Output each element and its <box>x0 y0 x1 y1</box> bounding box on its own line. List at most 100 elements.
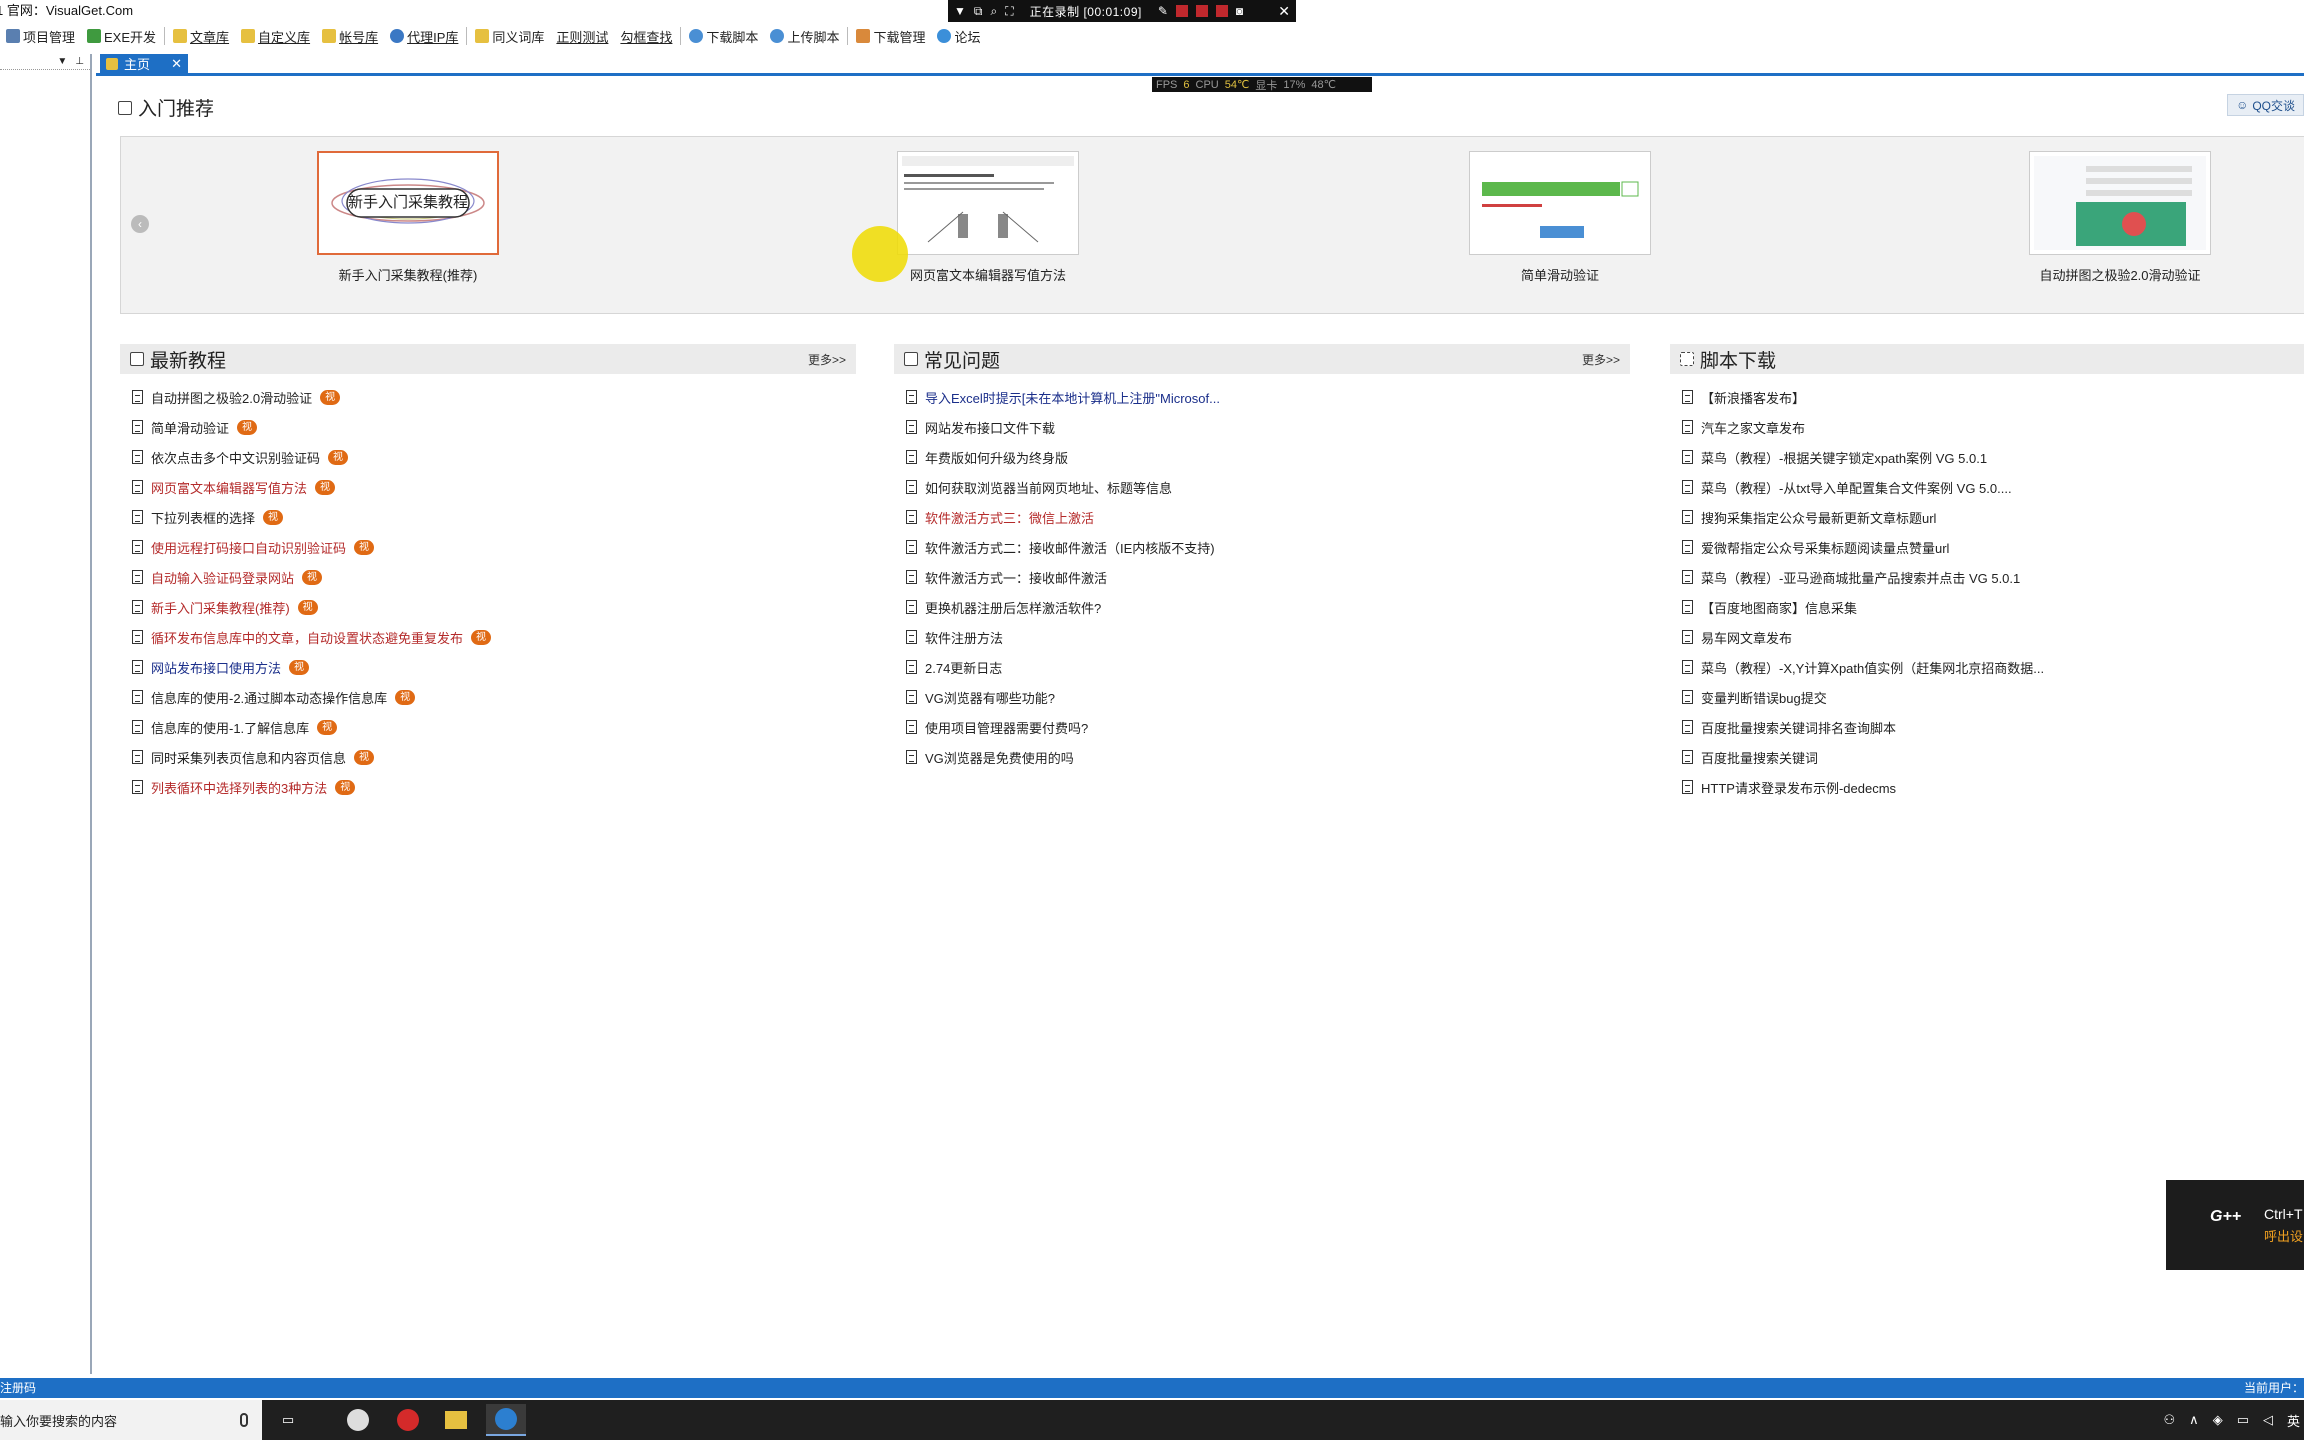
people-icon[interactable]: ⚇ <box>2164 1412 2176 1428</box>
list-item-link[interactable]: 百度批量搜索关键词排名查询脚本 <box>1701 718 1896 737</box>
list-item[interactable]: 菜鸟（教程）-X,Y计算Xpath值实例（赶集网北京招商数据... <box>1682 652 2304 682</box>
list-item-link[interactable]: 菜鸟（教程）-X,Y计算Xpath值实例（赶集网北京招商数据... <box>1701 658 2044 677</box>
toolbar-project-manager[interactable]: 项目管理 <box>0 24 81 48</box>
list-item-link[interactable]: 变量判断错误bug提交 <box>1701 688 1827 707</box>
toolbar-forum[interactable]: 论坛 <box>931 24 986 48</box>
qq-chat-button[interactable]: ☺ QQ交谈 <box>2227 94 2304 116</box>
toolbar-synonym-lib[interactable]: 同义词库 <box>469 24 550 48</box>
list-item-link[interactable]: 菜鸟（教程）-亚马逊商城批量产品搜索并点击 VG 5.0.1 <box>1701 568 2020 587</box>
taskbar-visualget-icon[interactable] <box>486 1404 526 1436</box>
list-item[interactable]: 软件激活方式一：接收邮件激活 <box>906 562 1630 592</box>
list-item[interactable]: VG浏览器是免费使用的吗 <box>906 742 1630 772</box>
carousel-card[interactable]: 网页富文本编辑器写值方法 <box>897 151 1079 284</box>
list-item[interactable]: 年费版如何升级为终身版 <box>906 442 1630 472</box>
list-item[interactable]: VG浏览器有哪些功能? <box>906 682 1630 712</box>
tab-close-icon[interactable]: ✕ <box>171 56 182 72</box>
tray-expand-icon[interactable]: ∧ <box>2189 1412 2199 1428</box>
gamebooster-widget[interactable]: G++ Ctrl+T 呼出设 <box>2166 1180 2304 1270</box>
list-item[interactable]: 爱微帮指定公众号采集标题阅读量点赞量url <box>1682 532 2304 562</box>
list-item[interactable]: 列表循环中选择列表的3种方法视 <box>132 772 856 802</box>
toolbar-article-lib[interactable]: 文章库 <box>167 24 235 48</box>
toolbar-account-lib[interactable]: 帐号库 <box>316 24 384 48</box>
list-item[interactable]: 使用项目管理器需要付费吗? <box>906 712 1630 742</box>
list-item[interactable]: 依次点击多个中文识别验证码视 <box>132 442 856 472</box>
list-item-link[interactable]: 搜狗采集指定公众号最新更新文章标题url <box>1701 508 1936 527</box>
list-item-link[interactable]: 自动输入验证码登录网站 <box>151 568 294 587</box>
recorder-pause-icon[interactable] <box>1195 5 1208 17</box>
list-item-link[interactable]: VG浏览器是免费使用的吗 <box>925 748 1074 767</box>
microphone-icon[interactable] <box>240 1413 248 1427</box>
shield-icon[interactable]: ◈ <box>2213 1412 2223 1428</box>
list-item[interactable]: HTTP请求登录发布示例-dedecms <box>1682 772 2304 802</box>
toolbar-exe-dev[interactable]: EXE开发 <box>81 24 162 48</box>
list-item[interactable]: 自动拼图之极验2.0滑动验证视 <box>132 382 856 412</box>
list-item[interactable]: 循环发布信息库中的文章，自动设置状态避免重复发布视 <box>132 622 856 652</box>
list-item[interactable]: 网站发布接口使用方法视 <box>132 652 856 682</box>
list-item-link[interactable]: 网站发布接口文件下载 <box>925 418 1055 437</box>
tab-home[interactable]: 主页 ✕ <box>100 54 188 73</box>
list-item-link[interactable]: 年费版如何升级为终身版 <box>925 448 1068 467</box>
list-item-link[interactable]: VG浏览器有哪些功能? <box>925 688 1055 707</box>
recorder-record-icon[interactable] <box>1215 5 1228 17</box>
list-item-link[interactable]: 如何获取浏览器当前网页地址、标题等信息 <box>925 478 1172 497</box>
list-item[interactable]: 百度批量搜索关键词排名查询脚本 <box>1682 712 2304 742</box>
list-item-link[interactable]: 下拉列表框的选择 <box>151 508 255 527</box>
list-item-link[interactable]: 同时采集列表页信息和内容页信息 <box>151 748 346 767</box>
list-item[interactable]: 使用远程打码接口自动识别验证码视 <box>132 532 856 562</box>
list-item-link[interactable]: 爱微帮指定公众号采集标题阅读量点赞量url <box>1701 538 1949 557</box>
list-item[interactable]: 【百度地图商家】信息采集 <box>1682 592 2304 622</box>
list-item-link[interactable]: 软件激活方式二：接收邮件激活（IE内核版不支持) <box>925 538 1215 557</box>
list-item-link[interactable]: 信息库的使用-1.了解信息库 <box>151 718 309 737</box>
list-item-link[interactable]: 软件激活方式三：微信上激活 <box>925 508 1094 527</box>
list-item[interactable]: 变量判断错误bug提交 <box>1682 682 2304 712</box>
recorder-close-icon[interactable]: ✕ <box>1278 3 1290 20</box>
toolbar-checkbox-find[interactable]: 勾框查找 <box>614 24 678 48</box>
list-item-link[interactable]: 列表循环中选择列表的3种方法 <box>151 778 327 797</box>
list-item-link[interactable]: 【新浪播客发布】 <box>1701 388 1805 407</box>
recorder-zoom-icon[interactable]: ⌕ <box>990 4 997 19</box>
carousel-card[interactable]: 自动拼图之极验2.0滑动验证 <box>2029 151 2211 284</box>
list-item-link[interactable]: 循环发布信息库中的文章，自动设置状态避免重复发布 <box>151 628 463 647</box>
list-item[interactable]: 下拉列表框的选择视 <box>132 502 856 532</box>
list-item[interactable]: 简单滑动验证视 <box>132 412 856 442</box>
network-icon[interactable]: ▭ <box>2237 1412 2249 1428</box>
list-item-link[interactable]: 使用项目管理器需要付费吗? <box>925 718 1088 737</box>
list-item-link[interactable]: 新手入门采集教程(推荐) <box>151 598 290 617</box>
list-item[interactable]: 菜鸟（教程）-根据关键字锁定xpath案例 VG 5.0.1 <box>1682 442 2304 472</box>
recorder-window-icon[interactable]: ⧉ <box>974 4 983 19</box>
input-language[interactable]: 英 <box>2287 1411 2300 1430</box>
list-item[interactable]: 搜狗采集指定公众号最新更新文章标题url <box>1682 502 2304 532</box>
list-item-link[interactable]: 简单滑动验证 <box>151 418 229 437</box>
list-item-link[interactable]: 自动拼图之极验2.0滑动验证 <box>151 388 312 407</box>
list-item-link[interactable]: 易车网文章发布 <box>1701 628 1792 647</box>
list-item-link[interactable]: 使用远程打码接口自动识别验证码 <box>151 538 346 557</box>
list-item[interactable]: 同时采集列表页信息和内容页信息视 <box>132 742 856 772</box>
toolbar-regex-test[interactable]: 正则测试 <box>550 24 614 48</box>
screen-recorder-bar[interactable]: ▼ ⧉ ⌕ ⛶ 正在录制 [00:01:09] ✎ ◙ ✕ <box>948 0 1296 22</box>
list-item[interactable]: 菜鸟（教程）-亚马逊商城批量产品搜索并点击 VG 5.0.1 <box>1682 562 2304 592</box>
list-item-link[interactable]: 2.74更新日志 <box>925 658 1002 677</box>
recorder-stop-icon[interactable] <box>1175 5 1188 17</box>
list-item-link[interactable]: 依次点击多个中文识别验证码 <box>151 448 320 467</box>
tutorials-more-link[interactable]: 更多>> <box>808 351 846 368</box>
list-item[interactable]: 汽车之家文章发布 <box>1682 412 2304 442</box>
recorder-camera-icon[interactable]: ◙ <box>1236 4 1243 18</box>
list-item-link[interactable]: 汽车之家文章发布 <box>1701 418 1805 437</box>
list-item-link[interactable]: 【百度地图商家】信息采集 <box>1701 598 1857 617</box>
list-item[interactable]: 软件激活方式三：微信上激活 <box>906 502 1630 532</box>
search-input[interactable]: 输入你要搜索的内容 <box>0 1411 117 1430</box>
toolbar-upload-script[interactable]: 上传脚本 <box>764 24 845 48</box>
list-item[interactable]: 百度批量搜索关键词 <box>1682 742 2304 772</box>
taskbar-recorder-icon[interactable] <box>388 1404 428 1436</box>
list-item[interactable]: 新手入门采集教程(推荐) 视 <box>132 592 856 622</box>
toolbar-download-script[interactable]: 下载脚本 <box>683 24 764 48</box>
volume-icon[interactable]: ◁ <box>2263 1412 2273 1428</box>
list-item-link[interactable]: 菜鸟（教程）-从txt导入单配置集合文件案例 VG 5.0.... <box>1701 478 2012 497</box>
list-item-link[interactable]: 更换机器注册后怎样激活软件? <box>925 598 1101 617</box>
recorder-dropdown-icon[interactable]: ▼ <box>954 4 966 18</box>
list-item-link[interactable]: 菜鸟（教程）-根据关键字锁定xpath案例 VG 5.0.1 <box>1701 448 1987 467</box>
faq-more-link[interactable]: 更多>> <box>1582 351 1620 368</box>
list-item[interactable]: 导入Excel时提示[未在本地计算机上注册"Microsof... <box>906 382 1630 412</box>
list-item-link[interactable]: 网页富文本编辑器写值方法 <box>151 478 307 497</box>
list-item[interactable]: 如何获取浏览器当前网页地址、标题等信息 <box>906 472 1630 502</box>
